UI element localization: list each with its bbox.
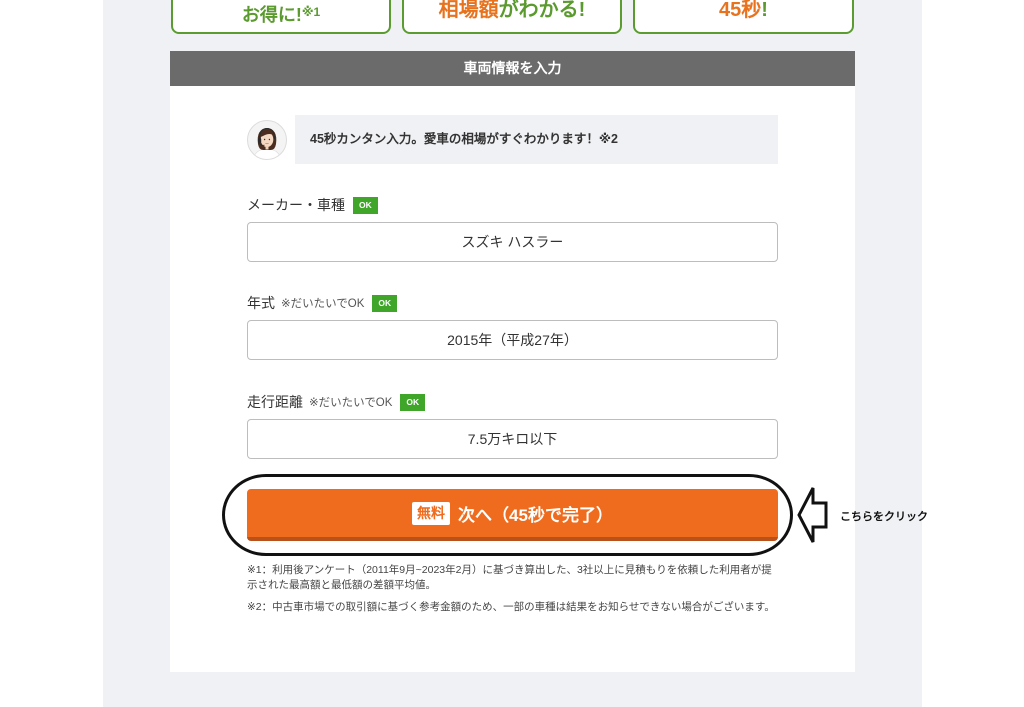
maker-model-label-row: メーカー・車種 OK [247, 196, 378, 214]
feature-market-price-label: がわかる! [498, 0, 586, 21]
mileage-select[interactable]: 7.5万キロ以下 [247, 419, 778, 459]
feature-45-seconds-highlight: 45秒 [719, 0, 762, 21]
operator-avatar-icon [247, 120, 287, 160]
model-year-label-row: 年式 ※だいたいでOK OK [247, 294, 398, 312]
maker-model-label: メーカー・車種 [247, 197, 345, 213]
model-year-label: 年式 [247, 295, 275, 311]
model-year-hint: ※だいたいでOK [281, 298, 365, 310]
model-year-select[interactable]: 2015年（平成27年） [247, 320, 778, 360]
feature-box-savings: お得に!※1 [171, 0, 391, 34]
mileage-hint: ※だいたいでOK [309, 397, 393, 409]
intro-message: 45秒カンタン入力。愛車の相場がすぐわかります！※2 [295, 115, 778, 164]
feature-market-price-text: 相場額がわかる! [404, 0, 620, 22]
feature-savings-footnote-ref: ※1 [301, 5, 321, 19]
feature-savings-text: お得に!※1 [173, 3, 389, 27]
maker-model-select[interactable]: スズキ ハスラー [247, 222, 778, 262]
annotation-highlight-ring [222, 474, 793, 556]
mileage-label: 走行距離 [247, 394, 303, 410]
maker-model-ok-badge: OK [353, 196, 378, 214]
mileage-ok-badge: OK [400, 393, 426, 411]
annotation-callout: こちらをクリック [840, 511, 928, 523]
arrow-left-icon [797, 487, 828, 543]
feature-45-seconds-label: ! [761, 0, 768, 21]
footnote-2: ※2：中古車市場での取引額に基づく参考金額のため、一部の車種は結果をお知らせでき… [247, 601, 775, 613]
feature-savings-label: お得に! [241, 5, 302, 25]
model-year-ok-badge: OK [372, 294, 398, 312]
section-header: 車両情報を入力 [170, 51, 855, 86]
feature-market-price-highlight: 相場額 [438, 0, 499, 21]
vehicle-info-form: 45秒カンタン入力。愛車の相場がすぐわかります！※2 メーカー・車種 OK スズ… [170, 86, 855, 672]
footnotes: ※1：利用後アンケート（2011年9月~2023年2月）に基づき算出した、3社以… [247, 563, 778, 622]
feature-box-45-seconds: 45秒! [633, 0, 854, 34]
mileage-label-row: 走行距離 ※だいたいでOK OK [247, 393, 426, 411]
feature-45-seconds-text: 45秒! [635, 0, 852, 22]
feature-box-market-price: 相場額がわかる! [402, 0, 622, 34]
footnote-1: ※1：利用後アンケート（2011年9月~2023年2月）に基づき算出した、3社以… [247, 564, 772, 591]
